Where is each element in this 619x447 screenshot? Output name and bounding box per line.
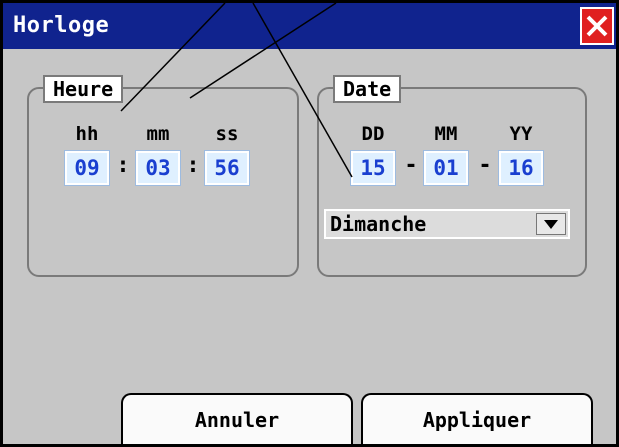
- annotation-line: [120, 3, 226, 112]
- annotation-lines: [120, 3, 353, 178]
- clock-dialog: Horloge Heure hh mm ss 09 : 03 : 56 Date…: [0, 0, 619, 447]
- annotation-line: [252, 3, 353, 178]
